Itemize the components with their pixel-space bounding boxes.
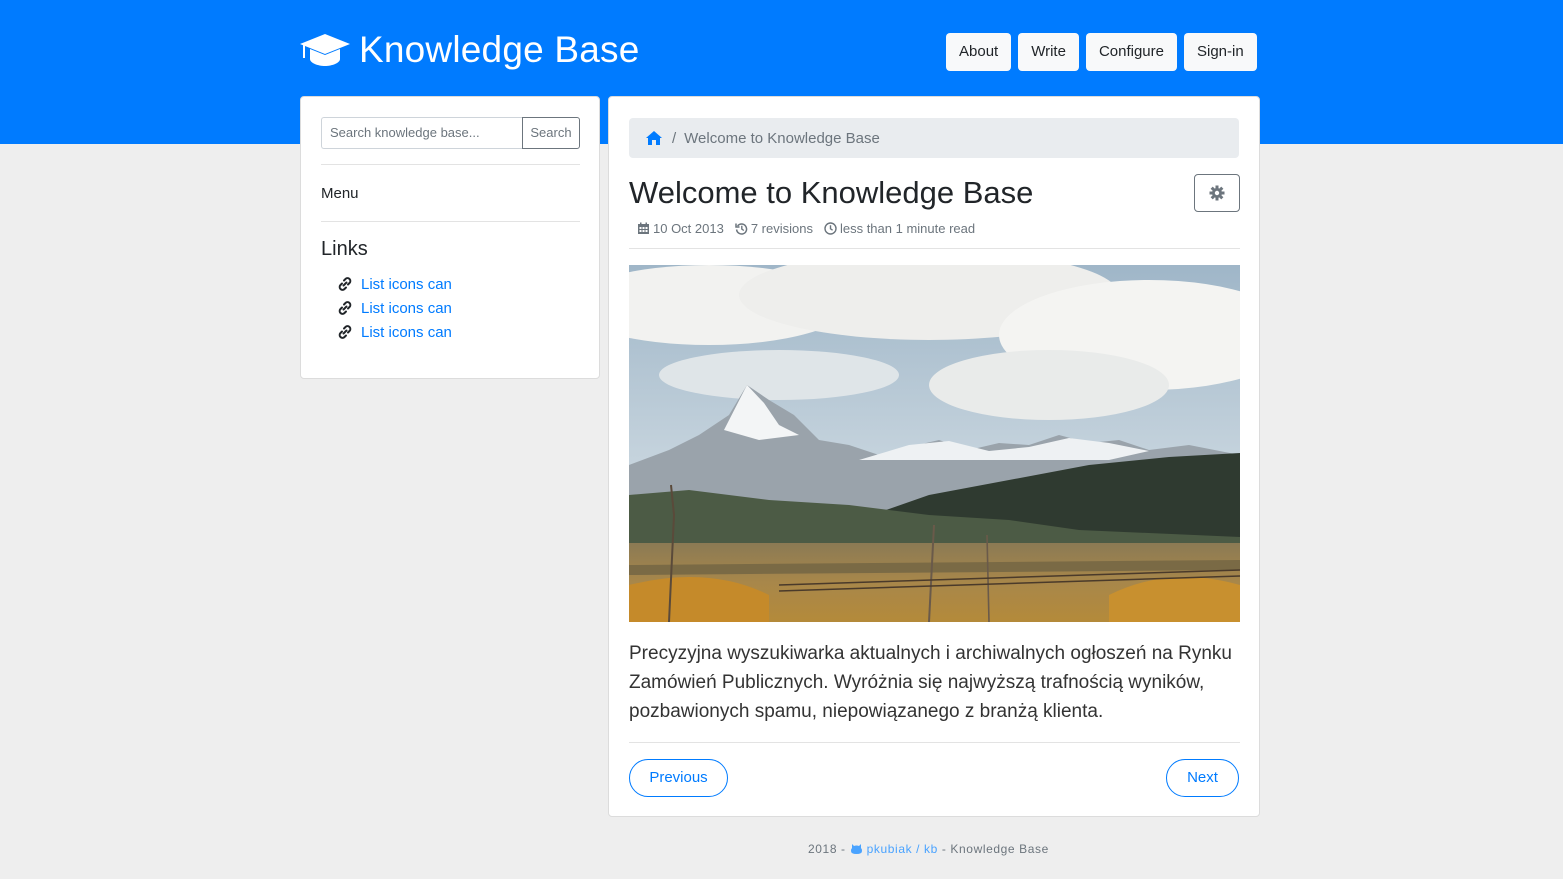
meta-read-time: less than 1 minute read xyxy=(824,221,975,236)
top-nav: About Write Configure Sign-in xyxy=(946,33,1257,71)
repo-link[interactable]: pkubiak / kb xyxy=(850,842,938,856)
breadcrumb: / Welcome to Knowledge Base xyxy=(629,118,1239,158)
previous-button[interactable]: Previous xyxy=(629,759,728,797)
sidebar-link[interactable]: List icons can xyxy=(361,300,452,317)
article-card: / Welcome to Knowledge Base Welcome to K… xyxy=(608,96,1260,817)
nav-about-button[interactable]: About xyxy=(946,33,1012,71)
footer-suffix: - Knowledge Base xyxy=(941,842,1049,856)
article-meta: 10 Oct 2013 7 revisions less than 1 minu… xyxy=(637,221,986,236)
footer: 2018 - pkubiak / kb - Knowledge Base xyxy=(808,842,1049,856)
settings-button[interactable] xyxy=(1194,174,1240,212)
repo-link-text: pkubiak / kb xyxy=(866,842,938,856)
divider xyxy=(629,248,1240,249)
gear-icon xyxy=(1209,185,1225,201)
article-body: Precyzyjna wyszukiwarka aktualnych i arc… xyxy=(629,643,1232,722)
meta-revisions-text: 7 revisions xyxy=(750,221,813,236)
meta-read-time-text: less than 1 minute read xyxy=(839,221,976,236)
home-icon[interactable] xyxy=(645,130,663,146)
brand[interactable]: Knowledge Base xyxy=(299,26,640,74)
search-button[interactable]: Search xyxy=(522,117,580,149)
nav-write-button[interactable]: Write xyxy=(1018,33,1079,71)
link-icon xyxy=(338,277,352,291)
history-icon xyxy=(735,223,748,235)
list-item: List icons can xyxy=(337,296,452,320)
list-item: List icons can xyxy=(337,320,452,344)
sidebar-card: Search knowledge base... Search Menu Lin… xyxy=(300,96,600,379)
links-list: List icons can List icons can List icons… xyxy=(337,272,452,344)
divider xyxy=(321,221,580,222)
menu-label: Menu xyxy=(321,185,359,202)
site-title: Knowledge Base xyxy=(359,29,640,70)
divider xyxy=(321,164,580,165)
breadcrumb-current: Welcome to Knowledge Base xyxy=(684,129,880,147)
meta-revisions[interactable]: 7 revisions xyxy=(735,221,813,236)
links-heading: Links xyxy=(321,238,368,260)
mountain-landscape-image xyxy=(629,265,1240,622)
page-title: Welcome to Knowledge Base xyxy=(629,175,1034,210)
nav-configure-button[interactable]: Configure xyxy=(1085,33,1177,71)
nav-signin-button[interactable]: Sign-in xyxy=(1183,33,1257,71)
meta-date: 10 Oct 2013 xyxy=(637,221,724,236)
clock-icon xyxy=(824,222,837,235)
next-button[interactable]: Next xyxy=(1166,759,1239,797)
graduation-cap-icon xyxy=(300,34,350,66)
meta-date-text: 10 Oct 2013 xyxy=(653,221,724,236)
sidebar-link[interactable]: List icons can xyxy=(361,324,452,341)
link-icon xyxy=(338,301,352,315)
search-input[interactable]: Search knowledge base... xyxy=(321,117,522,149)
search-form: Search knowledge base... Search xyxy=(321,117,580,149)
article-image xyxy=(629,265,1240,622)
calendar-icon xyxy=(638,222,649,234)
footer-year: 2018 - xyxy=(808,842,846,856)
sidebar-link[interactable]: List icons can xyxy=(361,276,452,293)
divider xyxy=(629,742,1240,743)
github-icon xyxy=(850,844,862,854)
link-icon xyxy=(338,325,352,339)
list-item: List icons can xyxy=(337,272,452,296)
breadcrumb-separator: / xyxy=(672,129,677,147)
